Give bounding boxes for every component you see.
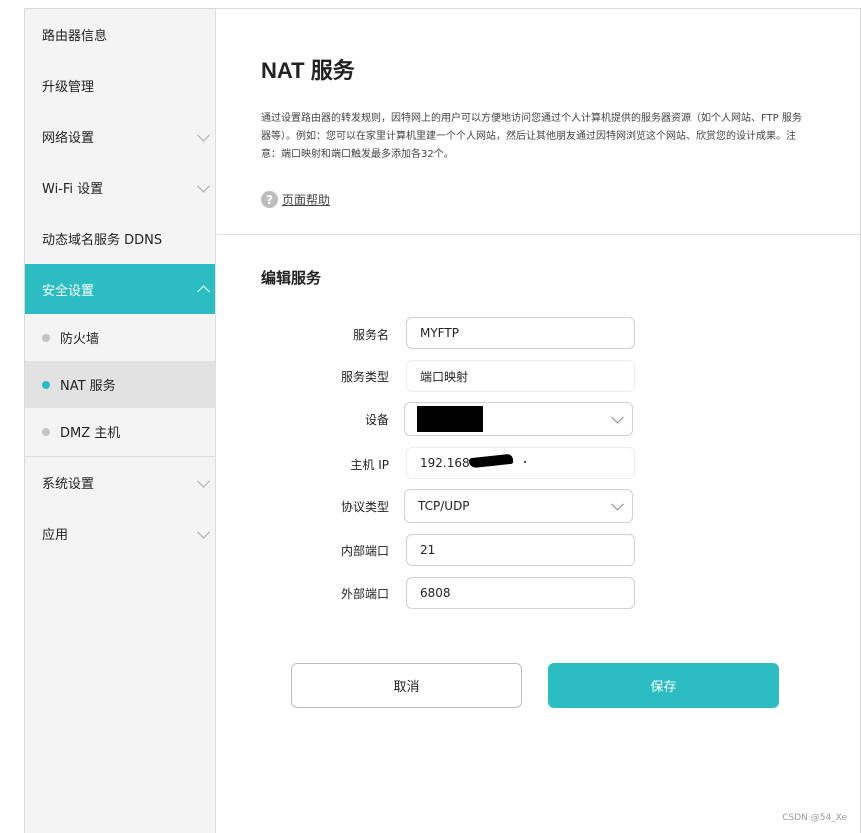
sidebar-item-router-info[interactable]: 路由器信息 — [25, 9, 215, 60]
sidebar-item-network[interactable]: 网络设置 — [25, 111, 215, 162]
chevron-down-icon — [197, 474, 210, 488]
page-description: 通过设置路由器的转发规则，因特网上的用户可以方便地访问您通过个人计算机提供的服务… — [261, 113, 802, 160]
sidebar-item-label: 路由器信息 — [42, 29, 108, 44]
external-port-input[interactable]: 6808 — [406, 577, 635, 609]
sidebar-item-apps[interactable]: 应用 — [25, 508, 215, 559]
page-title: NAT 服务 — [261, 58, 355, 83]
chevron-down-icon — [611, 410, 624, 424]
device-select[interactable] — [404, 402, 633, 436]
sidebar-item-upgrade[interactable]: 升级管理 — [25, 60, 215, 111]
external-port-label: 外部端口 — [340, 587, 389, 601]
section-divider — [217, 234, 861, 235]
bullet-icon — [42, 380, 50, 389]
main-panel: NAT 服务 通过设置路由器的转发规则，因特网上的用户可以方便地访问您通过个人计… — [217, 9, 861, 833]
service-name-input[interactable]: MYFTP — [406, 317, 635, 349]
sidebar-item-security[interactable]: 安全设置 — [25, 264, 215, 314]
service-name-value: MYFTP — [420, 326, 459, 340]
chevron-down-icon — [197, 179, 210, 193]
redacted-scribble — [468, 453, 514, 469]
section-title: 编辑服务 — [261, 269, 322, 287]
internal-port-label: 内部端口 — [340, 544, 389, 558]
host-ip-value: 192.168 — [420, 456, 470, 470]
host-ip-field[interactable]: 192.168 — [406, 447, 635, 479]
sidebar-item-label: 系统设置 — [42, 477, 95, 492]
sidebar-subitem-label: 防火墙 — [60, 332, 100, 347]
service-type-label: 服务类型 — [340, 370, 389, 384]
bullet-icon — [42, 427, 50, 436]
chevron-down-icon — [197, 128, 210, 142]
sidebar-item-ddns[interactable]: 动态域名服务 DDNS — [25, 213, 215, 264]
sidebar-subitem-firewall[interactable]: 防火墙 — [25, 314, 215, 361]
redacted-speck — [524, 461, 526, 463]
page-help-link[interactable]: ? 页面帮助 — [261, 191, 330, 208]
chevron-down-icon — [197, 525, 210, 539]
external-port-value: 6808 — [420, 586, 451, 600]
help-icon: ? — [261, 191, 278, 208]
host-ip-label: 主机 IP — [350, 458, 389, 472]
internal-port-input[interactable]: 21 — [406, 534, 635, 566]
save-button[interactable]: 保存 — [548, 663, 779, 708]
sidebar-subitem-dmz[interactable]: DMZ 主机 — [25, 408, 215, 455]
device-label: 设备 — [364, 413, 389, 427]
sidebar-item-label: Wi-Fi 设置 — [42, 182, 104, 197]
redacted-block — [417, 406, 483, 432]
sidebar-item-label: 应用 — [42, 528, 69, 543]
chevron-down-icon — [611, 497, 624, 511]
sidebar-subitem-nat[interactable]: NAT 服务 — [25, 361, 215, 408]
sidebar-item-label: 网络设置 — [42, 131, 95, 146]
watermark: CSDN @54_Xe — [782, 813, 847, 823]
sidebar-subitem-label: DMZ 主机 — [60, 426, 121, 441]
bullet-icon — [42, 333, 50, 342]
cancel-button[interactable]: 取消 — [291, 663, 522, 708]
sidebar-item-system[interactable]: 系统设置 — [25, 457, 215, 508]
sidebar-item-label: 动态域名服务 DDNS — [42, 233, 163, 248]
sidebar-item-label: 升级管理 — [42, 80, 95, 95]
service-name-label: 服务名 — [352, 328, 389, 342]
protocol-value: TCP/UDP — [418, 499, 470, 513]
service-type-field: 端口映射 — [406, 360, 635, 392]
chevron-up-icon — [197, 285, 210, 299]
protocol-select[interactable]: TCP/UDP — [404, 489, 633, 523]
sidebar-item-wifi[interactable]: Wi-Fi 设置 — [25, 162, 215, 213]
internal-port-value: 21 — [420, 543, 436, 557]
service-type-value: 端口映射 — [420, 369, 469, 384]
protocol-label: 协议类型 — [340, 500, 389, 514]
help-label: 页面帮助 — [282, 193, 331, 207]
sidebar: 路由器信息 升级管理 网络设置 Wi-Fi 设置 动态域名服务 DDNS 安全设… — [25, 9, 216, 833]
sidebar-item-label: 安全设置 — [42, 283, 95, 299]
sidebar-subitem-label: NAT 服务 — [60, 379, 116, 394]
